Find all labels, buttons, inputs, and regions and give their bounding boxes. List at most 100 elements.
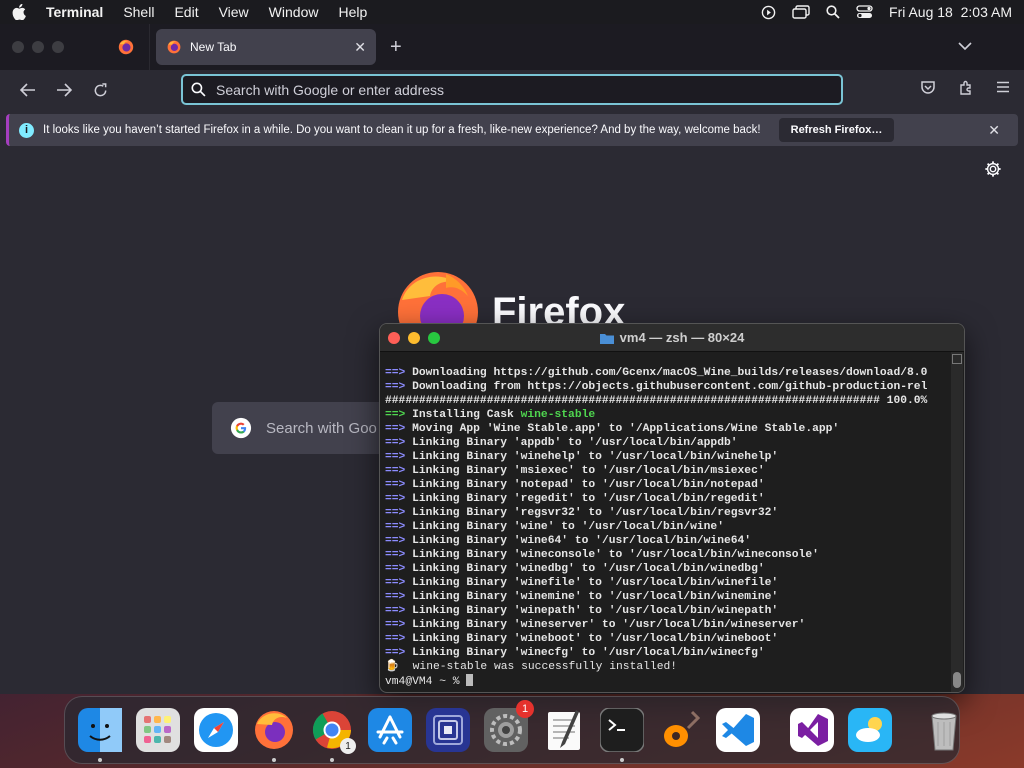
tab-title: New Tab	[190, 40, 237, 54]
menubar-clock[interactable]: Fri Aug 18 2:03 AM	[889, 4, 1012, 20]
tab-new-tab[interactable]: New Tab ✕	[156, 29, 376, 65]
dock-app-visual-studio-code[interactable]	[714, 706, 762, 754]
dock-app-safari[interactable]	[192, 706, 240, 754]
play-circle-icon[interactable]	[761, 5, 776, 20]
terminal-line-text: Linking Binary 'winepath' to '/usr/local…	[405, 605, 779, 617]
dock-app-trash[interactable]	[920, 706, 968, 754]
dock-app-google-chrome[interactable]: 1	[308, 706, 356, 762]
terminal-title-text: vm4 — zsh — 80×24	[619, 330, 745, 345]
terminal-line: ==> Linking Binary 'wine64' to '/usr/loc…	[385, 534, 952, 548]
control-center-icon[interactable]	[856, 5, 873, 19]
refresh-firefox-button[interactable]: Refresh Firefox…	[778, 118, 895, 142]
terminal-line-text: ########################################…	[385, 395, 928, 407]
url-bar[interactable]	[181, 74, 843, 105]
terminal-titlebar[interactable]: vm4 — zsh — 80×24	[380, 324, 964, 352]
dock-app-weather[interactable]	[846, 706, 894, 754]
terminal-line: ==> Linking Binary 'winepath' to '/usr/l…	[385, 604, 952, 618]
dock-app-finder[interactable]	[76, 706, 124, 762]
arrow-prefix: ==>	[385, 647, 406, 659]
terminal-line-text: Linking Binary 'appdb' to '/usr/local/bi…	[405, 437, 738, 449]
extensions-icon[interactable]	[958, 80, 974, 101]
reload-button[interactable]	[82, 82, 118, 98]
terminal-line: ==> Linking Binary 'regedit' to '/usr/lo…	[385, 492, 952, 506]
dock-app-textedit[interactable]	[540, 706, 588, 754]
trash-icon	[922, 708, 966, 752]
close-tab-icon[interactable]: ✕	[354, 39, 366, 56]
terminal-line: ==> Downloading https://github.com/Gcenx…	[385, 366, 952, 380]
terminal-line-text: Linking Binary 'wine64' to '/usr/local/b…	[405, 535, 752, 547]
back-button[interactable]	[10, 83, 46, 97]
guitar-icon	[658, 708, 702, 752]
minimize-window-button[interactable]	[32, 41, 44, 53]
menu-help[interactable]: Help	[338, 4, 367, 20]
dock-app-launchpad[interactable]	[134, 706, 182, 754]
arrow-prefix: ==>	[385, 479, 406, 491]
running-indicator	[330, 758, 334, 762]
gear-icon[interactable]	[984, 160, 1002, 183]
pinned-tab-firefox[interactable]	[102, 24, 150, 70]
shell-prompt[interactable]: vm4@VM4 ~ %	[385, 674, 952, 689]
menu-window[interactable]: Window	[269, 4, 319, 20]
terminal-line-text: Linking Binary 'winecfg' to '/usr/local/…	[405, 647, 765, 659]
reload-icon	[94, 82, 106, 96]
running-indicator	[272, 758, 276, 762]
close-window-button[interactable]	[12, 41, 24, 53]
terminal-line-text: Linking Binary 'regedit' to '/usr/local/…	[405, 493, 765, 505]
dock: 11	[64, 696, 960, 764]
dock-app-app-store[interactable]	[366, 706, 414, 754]
finder-icon	[78, 708, 122, 752]
menu-edit[interactable]: Edit	[174, 4, 198, 20]
hamburger-menu-icon[interactable]	[996, 80, 1010, 101]
dock-app-visual-studio[interactable]	[788, 706, 836, 754]
menu-shell[interactable]: Shell	[123, 4, 154, 20]
running-indicator	[98, 758, 102, 762]
chevron-down-icon[interactable]	[958, 38, 972, 56]
dock-app-garageband[interactable]	[656, 706, 704, 754]
dock-app-terminal[interactable]	[598, 706, 646, 762]
notification-badge: 1	[516, 700, 534, 718]
arrow-prefix: ==>	[385, 381, 406, 393]
arrow-prefix: ==>	[385, 465, 406, 477]
tab-strip: New Tab ✕ +	[0, 24, 1024, 70]
arrow-prefix: ==>	[385, 577, 406, 589]
forward-button[interactable]	[46, 83, 82, 97]
dock-app-firefox[interactable]	[250, 706, 298, 762]
zoom-window-button[interactable]	[52, 41, 64, 53]
terminal-line-text: Linking Binary 'wineserver' to '/usr/loc…	[405, 619, 806, 631]
terminal-line-text: wine-stable was successfully installed!	[399, 661, 678, 673]
textedit-icon	[542, 708, 586, 752]
dock-app-overflow[interactable]	[424, 706, 472, 754]
terminal-line-text: Installing Cask	[405, 409, 521, 421]
nav-bar	[0, 70, 1024, 110]
terminal-line: ==> Linking Binary 'wineserver' to '/usr…	[385, 618, 952, 632]
new-tab-button[interactable]: +	[390, 36, 402, 59]
scroll-thumb[interactable]	[953, 672, 961, 688]
dock-app-system-settings[interactable]: 1	[482, 700, 534, 754]
terminal-line: ==> Linking Binary 'winemine' to '/usr/l…	[385, 590, 952, 604]
terminal-line: ==> Linking Binary 'winedbg' to '/usr/lo…	[385, 562, 952, 576]
terminal-line: ########################################…	[385, 394, 952, 408]
terminal-line-text: Linking Binary 'regsvr32' to '/usr/local…	[405, 507, 779, 519]
terminal-window: vm4 — zsh — 80×24 ==> Downloading https:…	[379, 323, 965, 693]
apple-icon[interactable]	[12, 4, 26, 20]
menu-view[interactable]: View	[219, 4, 249, 20]
arrow-prefix: ==>	[385, 605, 406, 617]
menu-app-name[interactable]: Terminal	[46, 4, 103, 20]
firefox-icon	[252, 708, 296, 752]
url-input[interactable]	[216, 81, 796, 98]
arrow-prefix: ==>	[385, 437, 406, 449]
terminal-output[interactable]: ==> Downloading https://github.com/Gcenx…	[380, 352, 952, 692]
terminal-line: ==> Linking Binary 'regsvr32' to '/usr/l…	[385, 506, 952, 520]
terminal-scrollbar[interactable]	[951, 352, 963, 692]
arrow-prefix: ==>	[385, 563, 406, 575]
scroll-up-icon[interactable]	[952, 354, 962, 364]
close-icon[interactable]: ✕	[988, 122, 1000, 139]
terminal-line-text: Linking Binary 'winefile' to '/usr/local…	[405, 577, 779, 589]
search-icon[interactable]	[826, 5, 840, 19]
screen-mirroring-icon[interactable]	[792, 5, 810, 19]
pocket-icon[interactable]	[920, 80, 936, 101]
terminal-line-text: Downloading https://github.com/Gcenx/mac…	[405, 367, 928, 379]
appstore-icon	[368, 708, 412, 752]
arrow-prefix: ==>	[385, 633, 406, 645]
info-icon: i	[19, 122, 34, 138]
